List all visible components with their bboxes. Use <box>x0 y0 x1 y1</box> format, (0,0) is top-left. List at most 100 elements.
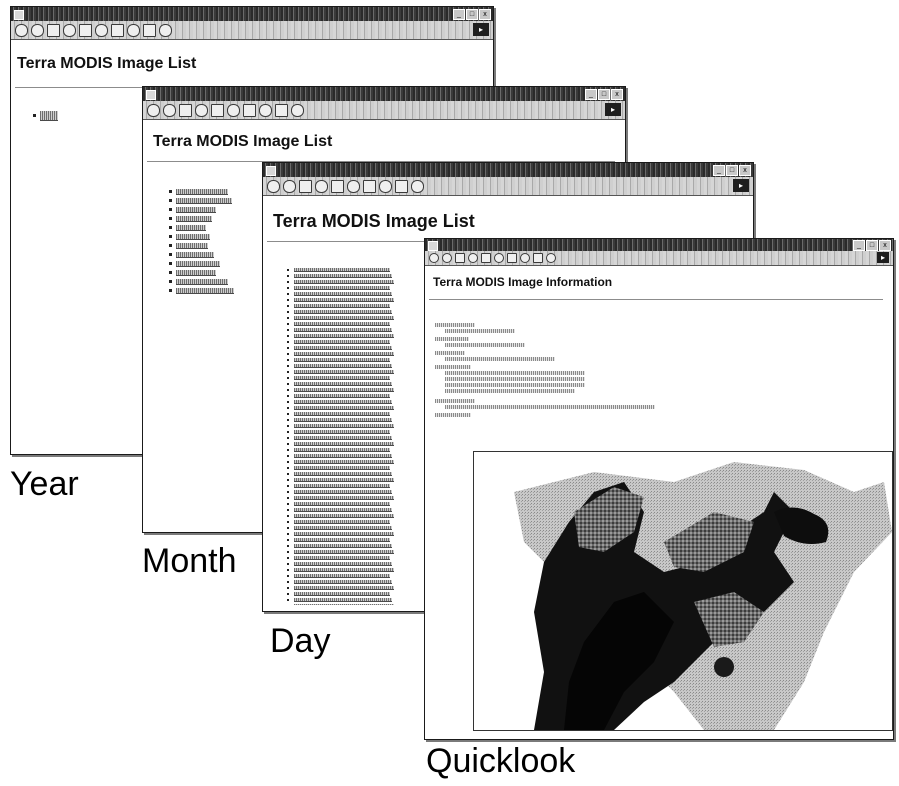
minimize-button[interactable]: _ <box>853 240 865 251</box>
day-link[interactable] <box>294 562 392 566</box>
arrow-right-icon[interactable] <box>442 253 452 263</box>
day-link[interactable] <box>294 532 394 536</box>
history-icon[interactable] <box>520 253 530 263</box>
mail-icon[interactable] <box>275 103 288 117</box>
day-link[interactable] <box>294 478 394 482</box>
day-link[interactable] <box>294 568 394 572</box>
refresh-icon[interactable] <box>315 179 328 193</box>
minimize-button[interactable]: _ <box>453 9 465 20</box>
day-link[interactable] <box>294 316 394 320</box>
day-link[interactable] <box>294 514 394 518</box>
stop-icon[interactable] <box>455 253 465 263</box>
day-link[interactable] <box>294 298 394 302</box>
day-link[interactable] <box>294 490 392 494</box>
go-button[interactable]: ▸ <box>473 23 489 36</box>
day-link[interactable] <box>294 412 390 416</box>
arrow-right-icon[interactable] <box>163 103 176 117</box>
maximize-button[interactable]: □ <box>598 89 610 100</box>
arrow-right-icon[interactable] <box>31 23 44 37</box>
day-link[interactable] <box>294 334 394 338</box>
print-icon[interactable] <box>291 103 304 117</box>
go-button[interactable]: ▸ <box>877 252 889 263</box>
search-icon[interactable] <box>95 23 108 37</box>
go-button[interactable]: ▸ <box>605 103 621 116</box>
day-link[interactable] <box>294 382 392 386</box>
title-bar[interactable]: _ □ x <box>11 7 493 21</box>
day-link[interactable] <box>294 538 390 542</box>
day-link[interactable] <box>294 586 394 590</box>
search-icon[interactable] <box>347 179 360 193</box>
day-link[interactable] <box>294 598 392 602</box>
info-line[interactable] <box>445 383 585 387</box>
maximize-button[interactable]: □ <box>466 9 478 20</box>
list-item[interactable] <box>169 187 249 196</box>
refresh-icon[interactable] <box>63 23 76 37</box>
print-icon[interactable] <box>546 253 556 263</box>
close-button[interactable]: x <box>739 165 751 176</box>
list-item[interactable] <box>169 259 249 268</box>
print-icon[interactable] <box>159 23 172 37</box>
day-link[interactable] <box>294 442 394 446</box>
day-link[interactable] <box>294 358 390 362</box>
favorites-icon[interactable] <box>363 179 376 193</box>
mail-icon[interactable] <box>533 253 543 263</box>
title-bar[interactable]: _ □ x <box>263 163 753 177</box>
list-item[interactable] <box>169 268 249 277</box>
home-icon[interactable] <box>79 23 92 37</box>
minimize-button[interactable]: _ <box>585 89 597 100</box>
maximize-button[interactable]: □ <box>866 240 878 251</box>
day-link[interactable] <box>294 418 392 422</box>
title-bar[interactable]: _ □ x <box>425 239 893 251</box>
day-link[interactable] <box>294 322 390 326</box>
day-link[interactable] <box>294 352 394 356</box>
arrow-right-icon[interactable] <box>283 179 296 193</box>
list-item[interactable] <box>169 223 249 232</box>
day-link[interactable] <box>294 364 392 368</box>
mail-icon[interactable] <box>143 23 156 37</box>
day-link[interactable] <box>294 304 390 308</box>
list-item[interactable] <box>169 277 249 286</box>
info-line[interactable] <box>445 377 585 381</box>
arrow-left-icon[interactable] <box>267 179 280 193</box>
day-link[interactable] <box>294 496 394 500</box>
day-link[interactable] <box>294 550 394 554</box>
list-item[interactable] <box>169 214 249 223</box>
refresh-icon[interactable] <box>195 103 208 117</box>
history-icon[interactable] <box>379 179 392 193</box>
day-link[interactable] <box>294 394 390 398</box>
day-link[interactable] <box>294 556 390 560</box>
day-link[interactable] <box>294 448 390 452</box>
day-link[interactable] <box>294 370 394 374</box>
home-icon[interactable] <box>481 253 491 263</box>
day-link[interactable] <box>294 274 392 278</box>
stop-icon[interactable] <box>299 179 312 193</box>
day-link[interactable] <box>294 580 392 584</box>
day-link[interactable] <box>294 484 390 488</box>
day-link[interactable] <box>294 544 392 548</box>
day-link[interactable] <box>294 388 394 392</box>
history-icon[interactable] <box>259 103 272 117</box>
day-link[interactable] <box>294 436 392 440</box>
info-line[interactable] <box>445 389 575 393</box>
day-link[interactable] <box>294 292 392 296</box>
day-link[interactable] <box>294 472 392 476</box>
day-link[interactable] <box>294 574 390 578</box>
day-link[interactable] <box>294 376 390 380</box>
go-button[interactable]: ▸ <box>733 179 749 192</box>
day-link[interactable] <box>294 310 392 314</box>
day-link[interactable] <box>294 430 390 434</box>
print-icon[interactable] <box>411 179 424 193</box>
day-link[interactable] <box>294 346 392 350</box>
day-link[interactable] <box>294 400 392 404</box>
day-link[interactable] <box>294 460 394 464</box>
day-link[interactable] <box>294 340 390 344</box>
list-item[interactable] <box>287 603 407 605</box>
list-item[interactable] <box>169 250 249 259</box>
day-link[interactable] <box>294 520 390 524</box>
day-link[interactable] <box>294 286 390 290</box>
maximize-button[interactable]: □ <box>726 165 738 176</box>
arrow-left-icon[interactable] <box>15 23 28 37</box>
arrow-left-icon[interactable] <box>147 103 160 117</box>
list-item[interactable] <box>169 205 249 214</box>
day-link[interactable] <box>294 328 392 332</box>
